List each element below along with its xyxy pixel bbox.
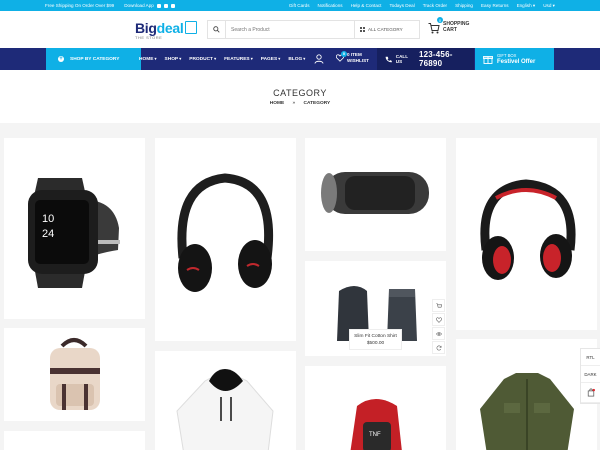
refresh-icon: [436, 345, 441, 350]
apple-icon[interactable]: [156, 3, 161, 8]
eye-icon: [435, 331, 442, 336]
wishlist-count-badge: 0: [341, 51, 347, 57]
jacket-image: [480, 373, 574, 450]
plus-icon: +: [58, 56, 64, 62]
search-input[interactable]: [226, 26, 354, 33]
breadcrumb-section: CATEGORY HOME » CATEGORY: [0, 70, 600, 123]
phone-number: 123-456-76890: [418, 50, 453, 68]
product-card-jacket-green[interactable]: [456, 339, 597, 450]
grid-icon: [360, 27, 365, 32]
topbar-link-notifications[interactable]: Notifications: [318, 3, 343, 8]
backpack-image: [50, 338, 100, 410]
topbar-link-help[interactable]: Help & Contact: [351, 3, 382, 8]
shop-by-category-button[interactable]: + SHOP BY CATEGORY: [46, 48, 141, 70]
svg-text:10: 10: [42, 213, 54, 225]
logo[interactable]: Bigdeal THE STORE: [135, 20, 198, 40]
hoodie-image: [176, 369, 274, 450]
topbar-link-gift-cards[interactable]: Gift Cards: [289, 3, 310, 8]
topbar-link-todays-deal[interactable]: Todays Deal: [389, 3, 414, 8]
product-card-backpack-beige[interactable]: [4, 328, 145, 421]
topbar-link-easy-returns[interactable]: Easy Returns: [481, 3, 509, 8]
product-card-smartwatch[interactable]: 10 24: [4, 138, 145, 319]
free-shipping-text: Free Shipping On Order Over $99: [45, 3, 115, 8]
page-title: CATEGORY: [273, 88, 327, 98]
nav-features[interactable]: FEATURES: [224, 56, 253, 62]
site-header: Bigdeal THE STORE ALL CATEGORY 0 SHOPPIN…: [0, 11, 600, 48]
cart-count-badge: 0: [437, 17, 443, 23]
shopping-cart[interactable]: 0 SHOPPING CART: [428, 17, 473, 34]
language-select[interactable]: English ▾: [517, 3, 536, 9]
product-hover-actions: [432, 299, 446, 354]
product-card-headphones-black[interactable]: [155, 138, 296, 341]
add-to-wishlist-button[interactable]: [432, 313, 445, 326]
cart-icon: 0: [428, 17, 443, 34]
breadcrumb: HOME » CATEGORY: [0, 101, 600, 106]
product-tooltip: Slim Fit Cotton Shirt $500.00: [349, 329, 402, 350]
red-headphones-image: [480, 179, 576, 280]
search-bar: ALL CATEGORY: [207, 20, 420, 39]
nav-shop[interactable]: SHOP: [165, 56, 182, 62]
svg-text:TNF: TNF: [369, 432, 381, 438]
smartwatch-image: 10 24: [28, 178, 120, 288]
tooltip-product-name: Slim Fit Cotton Shirt: [354, 334, 397, 339]
product-card-speaker-cylinder[interactable]: [305, 138, 446, 251]
top-bar: Free Shipping On Order Over $99 Download…: [0, 0, 600, 11]
red-backpack-image: TNF: [350, 399, 402, 450]
user-icon[interactable]: [314, 54, 324, 64]
breadcrumb-separator: »: [292, 101, 296, 106]
main-navbar: + SHOP BY CATEGORY HOME SHOP PRODUCT FEA…: [0, 48, 600, 70]
topbar-link-shipping[interactable]: Shipping: [455, 3, 473, 8]
bag-icon: [587, 388, 595, 397]
breadcrumb-current: CATEGORY: [303, 101, 331, 106]
breadcrumb-home[interactable]: HOME: [270, 101, 284, 106]
add-to-cart-button[interactable]: [432, 299, 445, 312]
headphones-image: [177, 173, 274, 292]
nav-product[interactable]: PRODUCT: [189, 56, 216, 62]
nav-home[interactable]: HOME: [139, 56, 157, 62]
nav-pages[interactable]: PAGES: [261, 56, 281, 62]
product-card-hoodie-white[interactable]: [155, 351, 296, 450]
nav-blog[interactable]: BLOG: [288, 56, 305, 62]
gift-box-offer[interactable]: GIFT BOX Festivel Offer: [475, 48, 554, 70]
gift-icon: [483, 56, 493, 64]
heart-icon: [435, 316, 442, 323]
quick-view-button[interactable]: [432, 327, 445, 340]
compare-button[interactable]: [432, 341, 445, 354]
dark-toggle[interactable]: DARK: [581, 366, 600, 383]
theme-switcher: RTL DARK: [580, 348, 600, 404]
tooltip-product-price: $500.00: [366, 341, 385, 346]
currency-select[interactable]: Usd ▾: [543, 3, 555, 9]
wishlist-button[interactable]: 0 0 ITEM WISHLIST: [335, 51, 369, 64]
search-icon[interactable]: [208, 21, 226, 38]
svg-text:24: 24: [42, 228, 54, 240]
call-us-block[interactable]: CALL US 123-456-76890: [377, 48, 474, 70]
product-card-headphones-red[interactable]: [456, 138, 597, 330]
rtl-toggle[interactable]: RTL: [581, 349, 600, 366]
shopping-bag-icon: [185, 21, 198, 34]
windows-icon[interactable]: [170, 3, 175, 8]
phone-icon: [385, 56, 392, 62]
logo-tagline: THE STORE: [135, 35, 163, 40]
topbar-link-track-order[interactable]: Track Order: [423, 3, 447, 8]
side-cart-button[interactable]: [581, 383, 600, 403]
download-app-link[interactable]: Download App: [124, 3, 175, 8]
speaker-image: [321, 172, 429, 214]
product-card-col1-bottom[interactable]: [4, 431, 145, 450]
cart-icon: [435, 302, 442, 307]
android-icon[interactable]: [163, 3, 168, 8]
category-select[interactable]: ALL CATEGORY: [354, 21, 417, 38]
heart-icon: 0: [335, 51, 347, 62]
product-card-backpack-red[interactable]: TNF: [305, 366, 446, 450]
